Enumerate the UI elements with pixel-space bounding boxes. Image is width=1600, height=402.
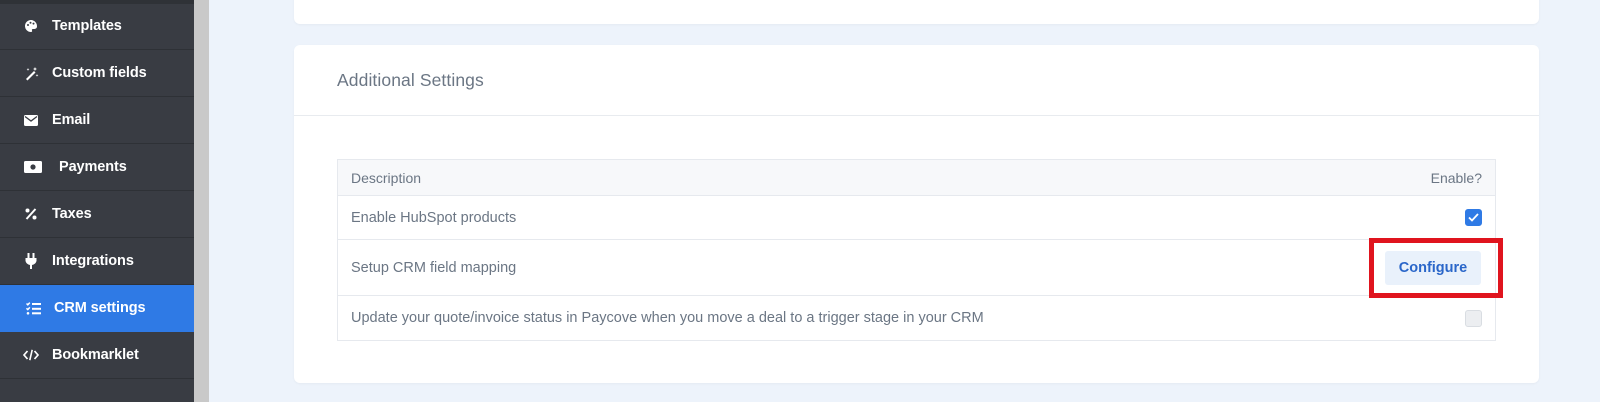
sidebar-item-label: Payments xyxy=(59,159,127,175)
table-row: Update your quote/invoice status in Payc… xyxy=(338,296,1495,340)
envelope-icon xyxy=(22,111,40,129)
magic-wand-icon xyxy=(22,64,40,82)
card-header: Additional Settings xyxy=(294,45,1539,116)
row-description: Update your quote/invoice status in Payc… xyxy=(351,310,984,326)
sidebar-item-custom-fields[interactable]: Custom fields xyxy=(0,50,194,97)
sidebar: Templates Custom fields Email Payments T… xyxy=(0,0,194,402)
sidebar-item-label: Integrations xyxy=(52,253,134,269)
additional-settings-card: Additional Settings Description Enable? … xyxy=(294,45,1539,383)
sidebar-item-email[interactable]: Email xyxy=(0,97,194,144)
palette-icon xyxy=(22,17,40,35)
sidebar-item-taxes[interactable]: Taxes xyxy=(0,191,194,238)
column-header-description: Description xyxy=(351,169,422,186)
previous-card xyxy=(294,0,1539,24)
percent-icon xyxy=(22,205,40,223)
sidebar-item-crm-settings[interactable]: CRM settings xyxy=(0,285,194,332)
table-row: Enable HubSpot products xyxy=(338,196,1495,240)
code-icon xyxy=(22,346,40,364)
sidebar-item-label: Taxes xyxy=(52,206,92,222)
sidebar-item-templates[interactable]: Templates xyxy=(0,3,194,50)
table-row: Setup CRM field mapping Configure xyxy=(338,238,1503,298)
sidebar-item-label: CRM settings xyxy=(54,300,146,316)
enable-hubspot-products-checkbox[interactable] xyxy=(1465,209,1482,226)
row-description: Enable HubSpot products xyxy=(351,209,517,226)
money-bill-icon xyxy=(24,158,42,176)
sidebar-item-integrations[interactable]: Integrations xyxy=(0,238,194,285)
configure-button[interactable]: Configure xyxy=(1385,250,1481,285)
scrollbar-track[interactable] xyxy=(194,0,209,402)
plug-icon xyxy=(22,252,40,270)
card-title: Additional Settings xyxy=(337,69,484,90)
sidebar-item-bookmarklet[interactable]: Bookmarklet xyxy=(0,332,194,379)
table-header-row: Description Enable? xyxy=(338,160,1495,196)
update-status-checkbox[interactable] xyxy=(1465,309,1482,327)
row-description: Setup CRM field mapping xyxy=(351,259,517,276)
column-header-enable: Enable? xyxy=(1430,169,1482,186)
sidebar-item-label: Custom fields xyxy=(52,65,147,81)
sidebar-item-label: Templates xyxy=(52,18,122,34)
sidebar-item-payments[interactable]: Payments xyxy=(0,144,194,191)
settings-table: Description Enable? Enable HubSpot produ… xyxy=(337,159,1503,341)
checkmark-icon xyxy=(1468,213,1479,222)
sidebar-item-label: Bookmarklet xyxy=(52,347,139,363)
sidebar-item-label: Email xyxy=(52,112,91,128)
list-check-icon xyxy=(24,299,42,317)
